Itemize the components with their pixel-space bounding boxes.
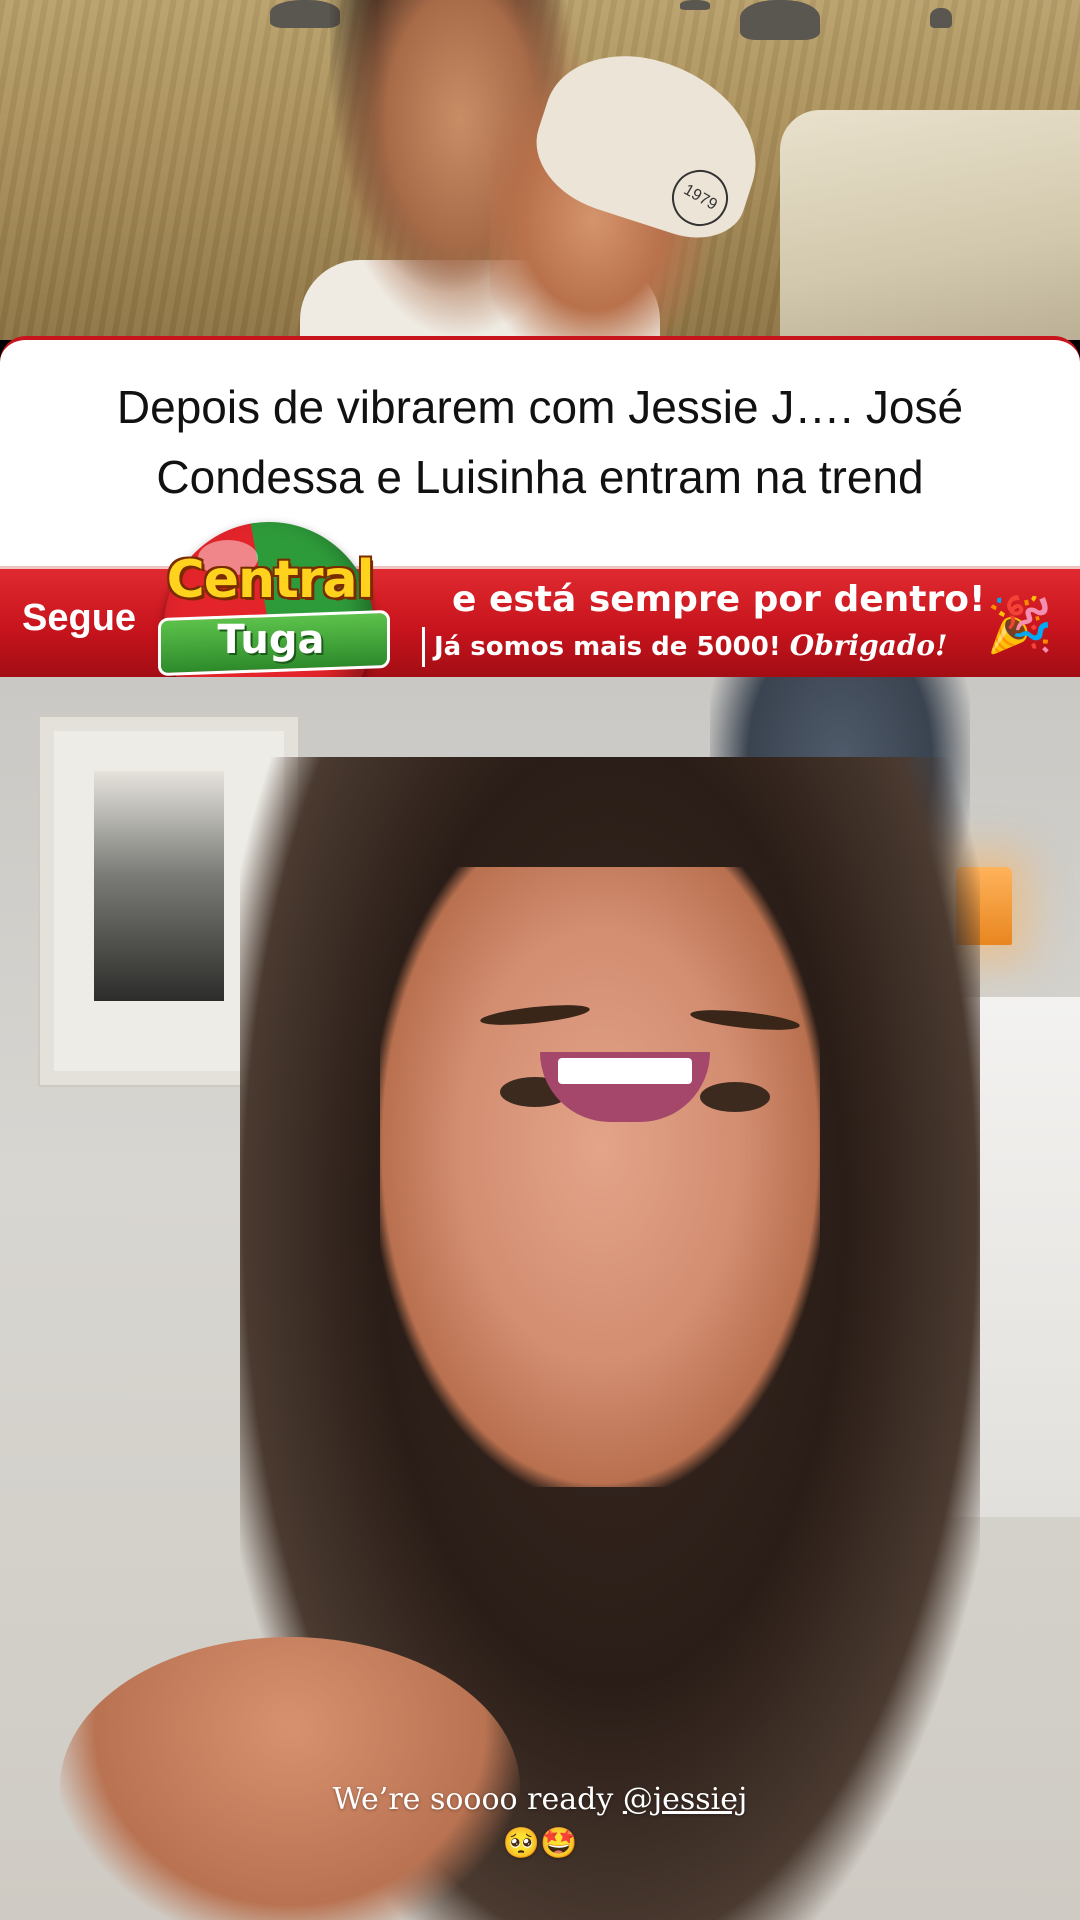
elephant-4	[930, 8, 952, 28]
story-caption: We’re soooo ready @jessiej	[0, 1782, 1080, 1817]
banner-followers-count: Já somos mais de 5000!	[434, 632, 781, 662]
banner-thanks: Obrigado!	[789, 629, 948, 662]
selfie-photo	[0, 677, 1080, 1920]
elephant-3	[680, 0, 710, 10]
logo-central-text: Central	[166, 550, 375, 610]
logo-tuga-text: Tuga	[217, 617, 325, 663]
wall-picture-art	[94, 771, 224, 1001]
safari-vehicle	[780, 110, 1080, 340]
story-caption-emojis: 🥺🤩	[502, 1826, 578, 1861]
headline-card: Depois de vibrarem com Jessie J…. José C…	[0, 336, 1080, 570]
elephant-2	[740, 0, 820, 40]
teeth	[558, 1058, 692, 1084]
banner-follow-label: Segue	[22, 597, 137, 639]
banner-tagline: e está sempre por dentro!	[452, 579, 986, 620]
banner-divider	[422, 627, 425, 667]
mention-link[interactable]: @jessiej	[623, 1782, 748, 1817]
headline-title: Depois de vibrarem com Jessie J…. José C…	[116, 381, 964, 503]
right-eye	[700, 1082, 770, 1112]
top-couple-photo: 1979	[0, 0, 1080, 340]
party-popper-icon: 🎉	[986, 594, 1054, 655]
story-caption-text: We’re soooo ready	[332, 1782, 614, 1817]
shoulder	[60, 1637, 520, 1920]
banner-followers-text: Já somos mais de 5000! Obrigado!	[434, 629, 947, 662]
face	[380, 867, 820, 1487]
